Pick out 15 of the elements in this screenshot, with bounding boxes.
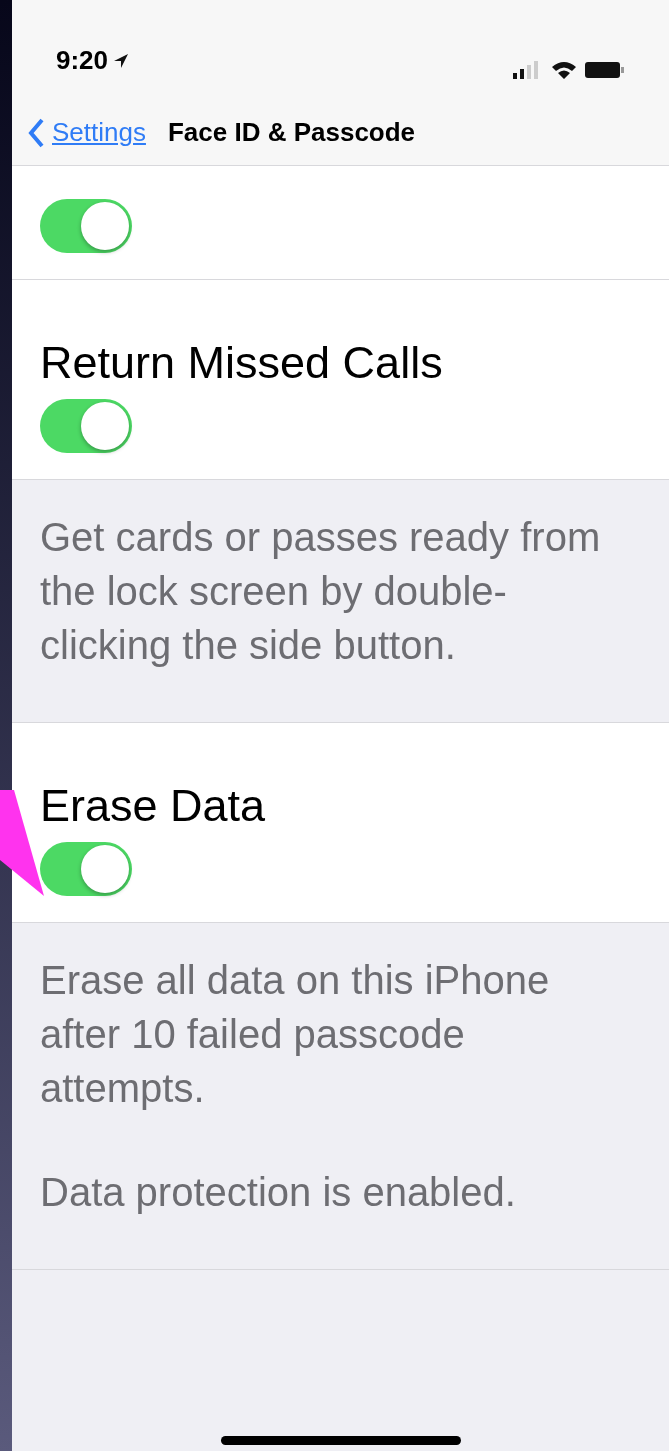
toggle-switch[interactable] [40,399,132,453]
row-label: Erase Data [40,783,267,828]
wifi-icon [551,60,577,80]
footer-text: Data protection is enabled. [40,1169,517,1216]
toggle-switch[interactable] [40,842,132,896]
page-title: Face ID & Passcode [167,116,416,149]
back-link[interactable]: Settings [28,113,146,152]
footer-text: Erase all data on this iPhone after 10 failed passcode attempts. [40,957,551,1112]
status-time: 9:20 [56,44,109,77]
row-label: Return Missed Calls [40,340,444,385]
battery-icon [585,60,625,80]
location-arrow-icon [112,51,131,70]
toggle-switch[interactable] [40,199,132,253]
chevron-left-icon [28,117,44,148]
footer-text: Get cards or passes ready from the lock screen by double-clicking the side button. [40,514,602,669]
